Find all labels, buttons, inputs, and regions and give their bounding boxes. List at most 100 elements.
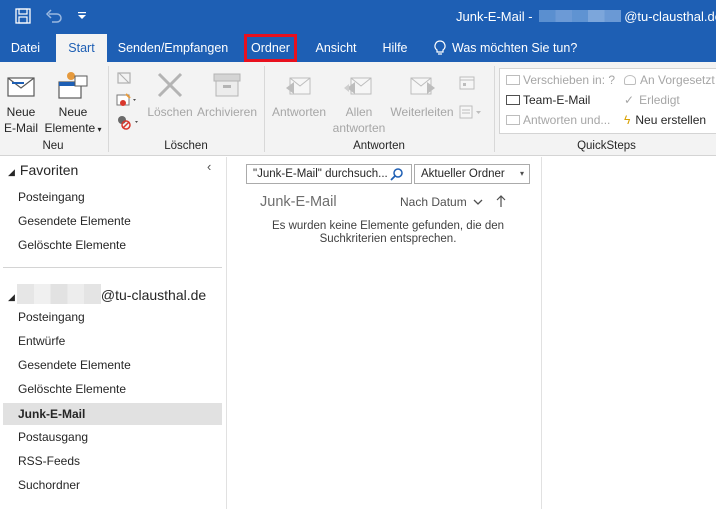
- separator: [264, 66, 265, 152]
- tab-datei[interactable]: Datei: [0, 34, 51, 62]
- collapse-icon[interactable]: ‹: [207, 159, 211, 174]
- folder-icon: [506, 75, 520, 85]
- save-icon[interactable]: [14, 7, 32, 25]
- checkmark-icon: ✓: [624, 93, 635, 107]
- more-icon[interactable]: [459, 104, 483, 120]
- favorites-header-label: Favoriten: [19, 162, 79, 178]
- message-list: "Junk-E-Mail" durchsuch... Aktueller Ord…: [228, 157, 542, 509]
- reply-icon: [284, 70, 314, 100]
- new-items-label-2: Elemente: [44, 121, 96, 135]
- lightbulb-icon: [434, 40, 446, 56]
- redacted-address: [539, 10, 622, 22]
- reading-pane: [543, 157, 716, 509]
- folder-title: Junk-E-Mail: [260, 194, 337, 210]
- quickstep-create-new-label: Neu erstellen: [635, 113, 707, 127]
- delete-icon: [155, 70, 185, 100]
- quickstep-reply-delete-label: Antworten und...: [523, 113, 611, 127]
- tab-ordner[interactable]: Ordner: [244, 34, 297, 62]
- folder-deleted[interactable]: Gelöschte Elemente: [18, 379, 126, 399]
- reply-all-label-1: Allen: [345, 105, 373, 119]
- separator: [494, 66, 495, 152]
- folder-inbox[interactable]: Posteingang: [18, 307, 85, 327]
- customize-qat-icon[interactable]: [77, 12, 87, 20]
- account-header[interactable]: ◢ @tu-clausthal.de: [8, 284, 206, 304]
- new-email-button[interactable]: Neue E-Mail: [2, 66, 40, 138]
- quickstep-done[interactable]: ✓ Erledigt: [624, 93, 680, 107]
- quickstep-move-to-label: Verschieben in: ?: [523, 73, 616, 87]
- quickstep-move-to[interactable]: Verschieben in: ?: [506, 73, 615, 87]
- sort-label: Nach Datum: [400, 195, 467, 209]
- reply-all-button[interactable]: Allen antworten: [331, 66, 387, 138]
- archive-label: Archivieren: [196, 105, 258, 119]
- new-items-label-1: Neue: [58, 105, 88, 119]
- archive-icon: [212, 72, 242, 98]
- forward-button[interactable]: Weiterleiten: [388, 66, 456, 138]
- archive-button[interactable]: Archivieren: [195, 66, 259, 138]
- search-placeholder: "Junk-E-Mail" durchsuch...: [253, 168, 388, 180]
- undo-icon[interactable]: [45, 8, 63, 24]
- meeting-icon[interactable]: [459, 76, 475, 90]
- folder-sent[interactable]: Gesendete Elemente: [18, 355, 131, 375]
- group-label-antworten: Antworten: [353, 140, 405, 152]
- new-email-icon: [6, 72, 36, 98]
- quickstep-reply-delete[interactable]: Antworten und...: [506, 113, 610, 127]
- expanded-triangle-icon: ◢: [8, 292, 15, 302]
- quickstep-team-email[interactable]: Team-E-Mail: [506, 93, 590, 107]
- chevron-down-icon: ▾: [95, 125, 102, 134]
- folder-outbox[interactable]: Postausgang: [18, 427, 88, 447]
- reply-small-icon: [506, 115, 520, 125]
- folder-junk[interactable]: Junk-E-Mail: [3, 403, 222, 425]
- reply-all-label-2: antworten: [332, 121, 386, 135]
- title-account: @tu-clausthal.de: [624, 9, 716, 24]
- divider: [3, 267, 222, 268]
- search-icon[interactable]: [390, 167, 404, 181]
- folder-pane: ◢ Favoriten ‹ Posteingang Gesendete Eleme…: [0, 157, 227, 509]
- tab-hilfe[interactable]: Hilfe: [372, 34, 418, 62]
- tell-me-label: Was möchten Sie tun?: [452, 41, 578, 55]
- search-input[interactable]: "Junk-E-Mail" durchsuch...: [246, 164, 412, 184]
- lightning-icon: ϟ: [624, 113, 631, 127]
- expanded-triangle-icon: ◢: [8, 167, 15, 177]
- quickstep-team-email-label: Team-E-Mail: [523, 93, 591, 107]
- folder-rss[interactable]: RSS-Feeds: [18, 451, 80, 471]
- ignore-icon[interactable]: [116, 70, 132, 86]
- favorite-sent[interactable]: Gesendete Elemente: [18, 211, 131, 231]
- quickstep-to-manager[interactable]: An Vorgesetzt: [624, 73, 715, 87]
- title-bar: Junk-E-Mail - @tu-clausthal.de: [0, 0, 716, 34]
- reply-button[interactable]: Antworten: [268, 66, 330, 138]
- chevron-down-icon: [473, 195, 483, 209]
- group-label-loeschen: Löschen: [164, 140, 208, 152]
- new-email-label-1: Neue: [6, 105, 36, 119]
- sort-up-icon[interactable]: [496, 194, 506, 208]
- junk-icon[interactable]: [116, 114, 140, 130]
- quickstep-create-new[interactable]: ϟ Neu erstellen: [624, 113, 706, 127]
- chevron-down-icon: ▾: [519, 169, 524, 178]
- mail-icon: [506, 95, 520, 105]
- favorite-deleted[interactable]: Gelöschte Elemente: [18, 235, 126, 255]
- favorites-header[interactable]: ◢ Favoriten: [8, 162, 78, 178]
- new-items-button[interactable]: Neue Elemente ▾: [42, 66, 104, 138]
- person-icon: [624, 75, 636, 85]
- sort-dropdown[interactable]: Nach Datum: [400, 195, 483, 209]
- forward-icon: [407, 70, 437, 100]
- forward-label: Weiterleiten: [390, 105, 454, 119]
- folder-search[interactable]: Suchordner: [18, 475, 80, 495]
- cleanup-icon[interactable]: [116, 92, 138, 108]
- delete-label: Löschen: [147, 105, 193, 119]
- quicksteps-gallery: Verschieben in: ? Team-E-Mail Antworten …: [499, 68, 716, 134]
- tab-ansicht[interactable]: Ansicht: [305, 34, 367, 62]
- tab-senden-empfangen[interactable]: Senden/Empfangen: [110, 34, 236, 62]
- quickstep-to-manager-label: An Vorgesetzt: [640, 73, 715, 87]
- search-scope-dropdown[interactable]: Aktueller Ordner ▾: [414, 164, 530, 184]
- favorite-inbox[interactable]: Posteingang: [18, 187, 85, 207]
- redacted-address: [16, 284, 101, 304]
- tab-start[interactable]: Start: [56, 34, 107, 62]
- tell-me-box[interactable]: Was möchten Sie tun?: [432, 34, 577, 62]
- delete-button[interactable]: Löschen: [146, 66, 194, 138]
- quickstep-done-label: Erledigt: [639, 93, 680, 107]
- folder-drafts[interactable]: Entwürfe: [18, 331, 65, 351]
- empty-message: Es wurden keine Elemente gefunden, die d…: [271, 220, 505, 245]
- search-scope-value: Aktueller Ordner: [421, 168, 505, 180]
- reply-label: Antworten: [271, 105, 327, 119]
- ribbon-tabs: Datei Start Senden/Empfangen Ordner Ansi…: [0, 34, 716, 62]
